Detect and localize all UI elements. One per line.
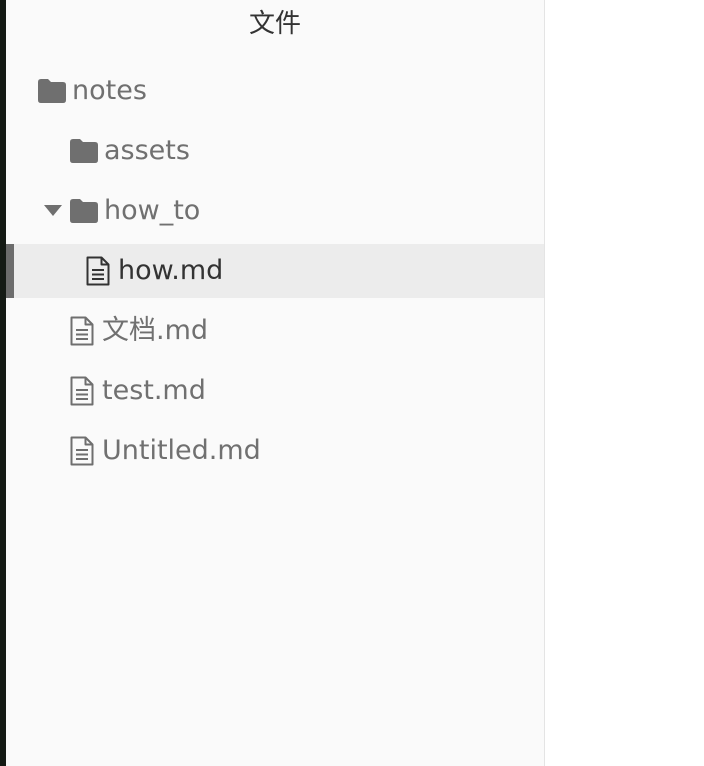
file-tree: notes assets how_to how.md 文档.md test.md… — [6, 64, 544, 484]
folder-icon — [70, 139, 98, 163]
file-icon — [70, 376, 94, 406]
tree-item-notes[interactable]: notes — [6, 64, 544, 118]
folder-icon — [38, 79, 66, 103]
app-window: 文件 notes assets how_to how.md 文档.md test… — [0, 0, 704, 766]
tree-item-wendang-md[interactable]: 文档.md — [6, 304, 544, 358]
tree-item-test-md[interactable]: test.md — [6, 364, 544, 418]
caret-down-icon[interactable] — [44, 205, 62, 217]
editor-pane[interactable] — [545, 0, 704, 766]
tree-item-label: 文档.md — [102, 315, 209, 346]
folder-icon — [70, 199, 98, 223]
selected-marker — [6, 244, 14, 298]
file-sidebar: 文件 notes assets how_to how.md 文档.md test… — [6, 0, 545, 766]
tree-item-how-md[interactable]: how.md — [6, 244, 544, 298]
tree-item-assets[interactable]: assets — [6, 124, 544, 178]
tree-item-label: notes — [72, 75, 147, 106]
tree-item-how-to[interactable]: how_to — [6, 184, 544, 238]
tree-item-label: how_to — [104, 195, 201, 226]
tree-item-label: test.md — [102, 375, 206, 406]
tree-item-label: how.md — [118, 255, 224, 286]
tree-item-untitled-md[interactable]: Untitled.md — [6, 424, 544, 478]
sidebar-title: 文件 — [248, 9, 301, 39]
file-icon — [86, 256, 110, 286]
file-icon — [70, 436, 94, 466]
tree-item-label: assets — [104, 135, 190, 166]
tree-item-label: Untitled.md — [102, 435, 261, 466]
file-icon — [70, 316, 94, 346]
